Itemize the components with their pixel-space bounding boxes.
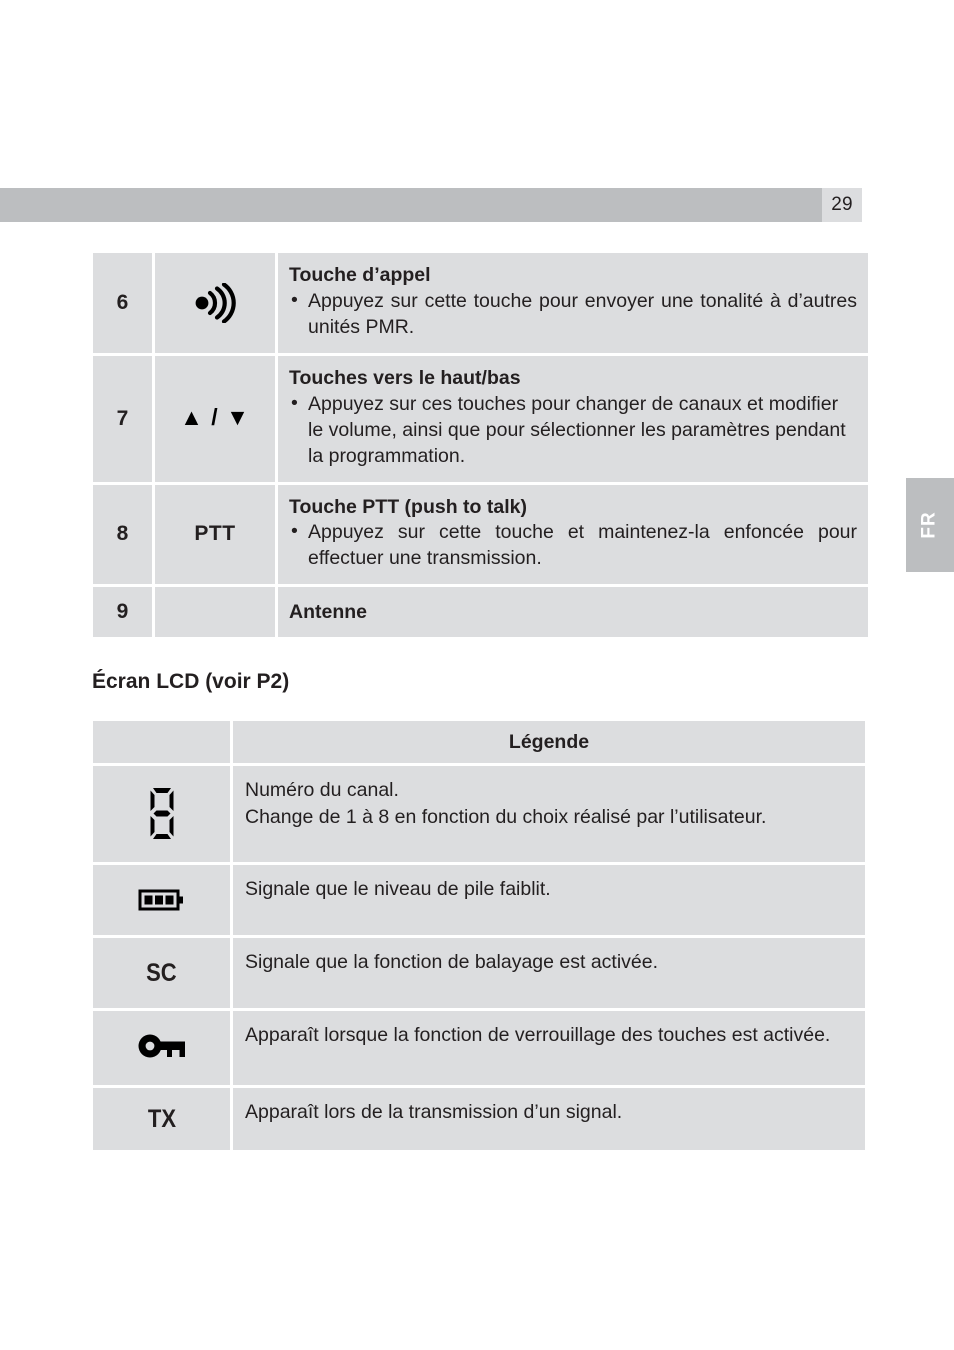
- header-band: [0, 188, 822, 222]
- row-number: 7: [93, 355, 152, 482]
- row-number: 6: [93, 253, 152, 353]
- row-icon-cell: SC: [93, 938, 230, 1008]
- description-bullet-text: Appuyez sur ces touches pour changer de …: [308, 392, 846, 467]
- bullet-marker: •: [291, 288, 298, 311]
- seven-segment-eight-icon: [150, 788, 173, 839]
- description-bullet: • Appuyez sur ces touches pour changer de…: [289, 392, 857, 470]
- row-icon-cell: [155, 587, 275, 638]
- page-number: 29: [831, 194, 853, 215]
- table-row: Apparaît lorsque la fonction de verrouil…: [93, 1011, 865, 1085]
- table-row: 7 ▲ / ▼ Touches vers le haut/bas • Appuye…: [93, 355, 868, 482]
- row-description-cell: Antenne: [278, 587, 868, 638]
- symbol-column-header: [93, 721, 230, 763]
- legend-line-1: Numéro du canal.: [245, 779, 399, 801]
- description-title: Touche PTT (push to talk): [289, 495, 527, 518]
- description-title: Touche d’appel: [289, 264, 431, 286]
- legend-text-cell: Apparaît lors de la transmission d’un si…: [233, 1088, 865, 1150]
- table-row: 6 Touche d’appel • Appuyez sur cette touc…: [93, 253, 868, 353]
- lcd-section-heading: Écran LCD (voir P2): [92, 670, 290, 693]
- legend-text-cell: Signale que la fonction de balayage est …: [233, 938, 865, 1008]
- row-description-cell: Touche PTT (push to talk) • Appuyez sur c…: [278, 484, 868, 585]
- language-tab-fr: FR: [906, 478, 954, 572]
- table-row: Numéro du canal. Change de 1 à 8 en fonc…: [93, 766, 865, 862]
- legend-column-header: Légende: [233, 721, 865, 763]
- table-row: 9 Antenne: [93, 587, 868, 638]
- ptt-text-icon: PTT: [194, 522, 236, 546]
- row-icon-cell: [155, 253, 275, 353]
- row-number: 9: [93, 587, 152, 638]
- row-description-cell: Touche d’appel • Appuyez sur cette touche…: [278, 253, 868, 353]
- row-icon-cell: [93, 766, 230, 862]
- legend-text-cell: Numéro du canal. Change de 1 à 8 en fonc…: [233, 766, 865, 862]
- row-icon-cell: [93, 865, 230, 935]
- row-icon-cell: PTT: [155, 484, 275, 585]
- row-icon-cell: ▲ / ▼: [155, 355, 275, 482]
- table-header-row: Légende: [93, 721, 865, 763]
- lcd-legend-table: Légende Numéro du canal. Change de 1 à 8…: [90, 718, 868, 1153]
- transmit-tx-icon: TX: [147, 1104, 176, 1133]
- legend-text-cell: Apparaît lorsque la fonction de verrouil…: [233, 1011, 865, 1085]
- table-row: SC Signale que la fonction de balayage e…: [93, 938, 865, 1008]
- row-description-cell: Touches vers le haut/bas • Appuyez sur ce…: [278, 355, 868, 482]
- key-lock-icon: [138, 1034, 185, 1058]
- description-title: Antenne: [289, 600, 367, 623]
- scan-sc-icon: SC: [146, 958, 177, 987]
- description-bullet-text: Appuyez sur cette touche et maintenez-la…: [308, 521, 857, 570]
- row-icon-cell: [93, 1011, 230, 1085]
- up-down-arrows-icon: ▲ / ▼: [180, 404, 250, 431]
- table-row: TX Apparaît lors de la transmission d’un…: [93, 1088, 865, 1150]
- page-number-box: 29: [822, 188, 862, 222]
- language-tab-label: FR: [918, 511, 940, 539]
- row-number: 8: [93, 484, 152, 585]
- legend-text-cell: Signale que le niveau de pile faiblit.: [233, 865, 865, 935]
- description-bullet: • Appuyez sur cette touche pour envoyer u…: [289, 289, 857, 341]
- table-row: Signale que le niveau de pile faiblit.: [93, 865, 865, 935]
- bullet-marker: •: [291, 391, 298, 414]
- description-title: Touches vers le haut/bas: [289, 366, 521, 389]
- battery-low-icon: [138, 889, 183, 911]
- legend-line-2: Change de 1 à 8 en fonction du choix réa…: [245, 805, 767, 828]
- row-icon-cell: TX: [93, 1088, 230, 1150]
- table-row: 8 PTT Touche PTT (push to talk) • Appuyez…: [93, 484, 868, 585]
- controls-table: 6 Touche d’appel • Appuyez sur cette touc…: [90, 250, 871, 640]
- description-bullet: • Appuyez sur cette touche et maintenez-l…: [289, 520, 857, 572]
- bullet-marker: •: [291, 520, 298, 543]
- description-bullet-text: Appuyez sur cette touche pour envoyer un…: [308, 289, 857, 338]
- call-tone-icon: [195, 282, 236, 323]
